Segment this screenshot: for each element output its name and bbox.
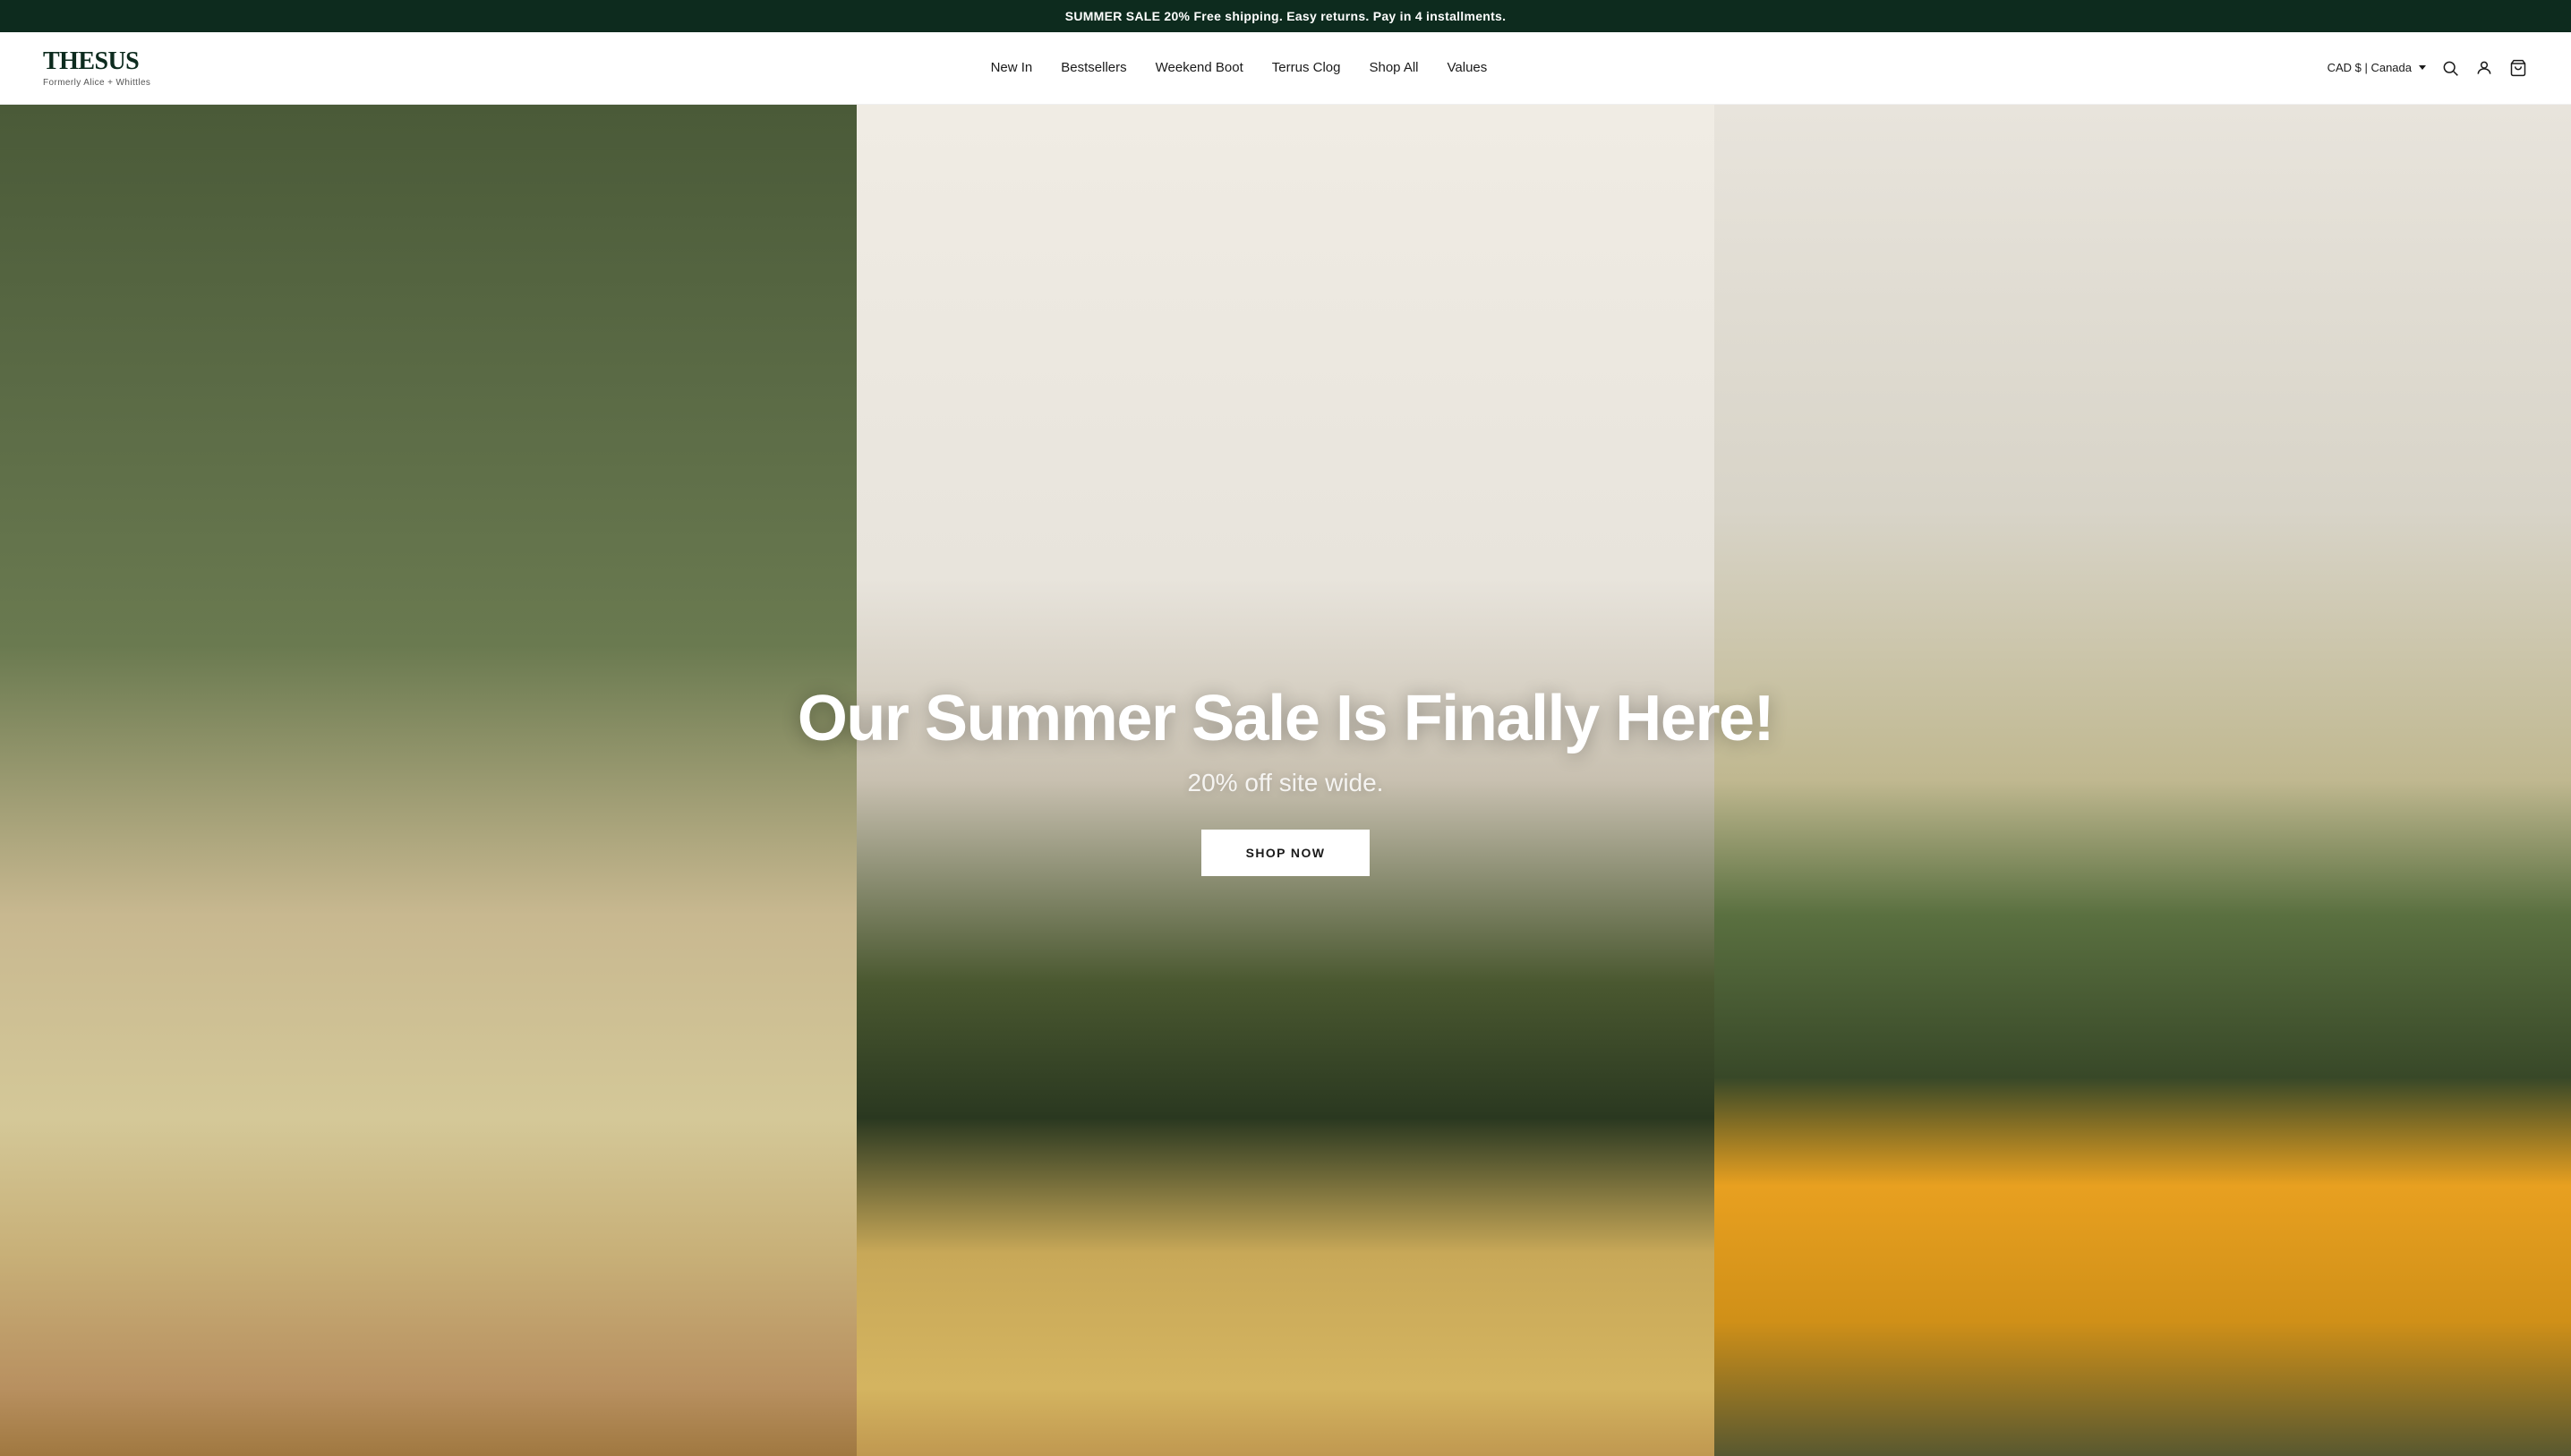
cart-button[interactable]	[2508, 58, 2528, 78]
currency-label: CAD $ | Canada	[2328, 61, 2412, 74]
hero-title: Our Summer Sale Is Finally Here!	[798, 684, 1773, 754]
user-icon	[2475, 59, 2493, 77]
main-nav: New In Bestsellers Weekend Boot Terrus C…	[150, 60, 2327, 75]
hero-section: Our Summer Sale Is Finally Here! 20% off…	[0, 105, 2571, 1456]
header-actions: CAD $ | Canada	[2328, 58, 2528, 78]
hero-content: Our Summer Sale Is Finally Here! 20% off…	[0, 105, 2571, 1456]
account-button[interactable]	[2474, 58, 2494, 78]
logo-text[interactable]: THESUS	[43, 48, 150, 76]
logo-subtitle: Formerly Alice + Whittles	[43, 78, 150, 88]
nav-item-shop-all[interactable]: Shop All	[1369, 60, 1418, 75]
hero-cta-button[interactable]: SHOP NOW	[1201, 830, 1371, 876]
header: THESUS Formerly Alice + Whittles New In …	[0, 32, 2571, 105]
nav-item-weekend-boot[interactable]: Weekend Boot	[1156, 60, 1243, 75]
cart-icon	[2509, 59, 2527, 77]
nav-item-terrus-clog[interactable]: Terrus Clog	[1272, 60, 1341, 75]
announcement-text: SUMMER SALE 20% Free shipping. Easy retu…	[1065, 9, 1507, 23]
search-button[interactable]	[2440, 58, 2460, 78]
nav-item-new-in[interactable]: New In	[991, 60, 1033, 75]
nav-item-values[interactable]: Values	[1448, 60, 1488, 75]
nav-item-bestsellers[interactable]: Bestsellers	[1061, 60, 1126, 75]
currency-selector[interactable]: CAD $ | Canada	[2328, 61, 2426, 74]
logo[interactable]: THESUS Formerly Alice + Whittles	[43, 48, 150, 88]
search-icon	[2441, 59, 2459, 77]
hero-subtitle: 20% off site wide.	[1188, 769, 1384, 797]
announcement-bar: SUMMER SALE 20% Free shipping. Easy retu…	[0, 0, 2571, 32]
chevron-down-icon	[2419, 65, 2426, 70]
